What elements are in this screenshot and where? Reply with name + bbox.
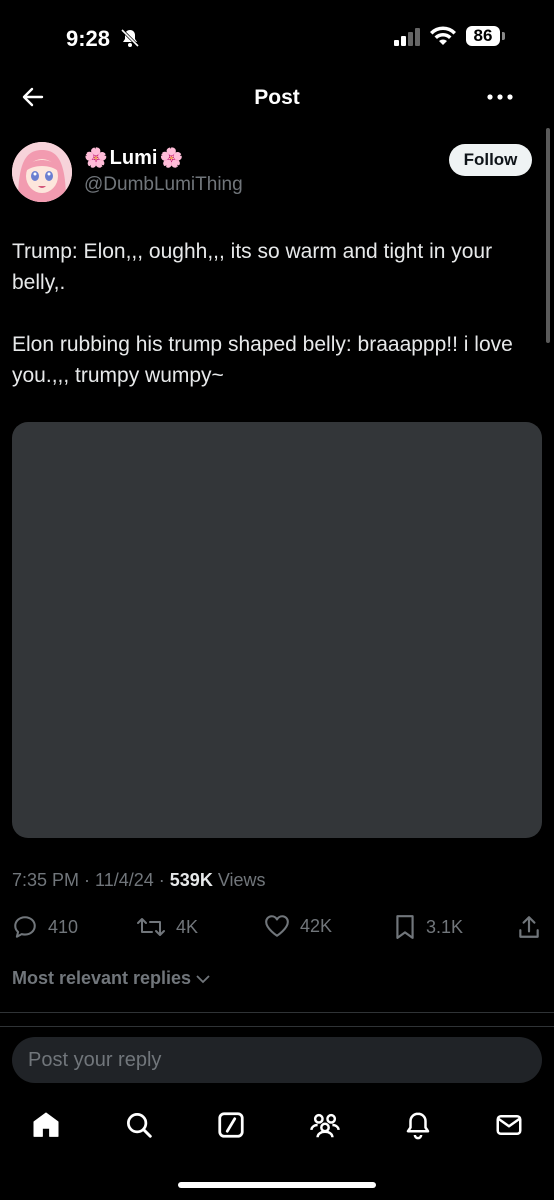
home-indicator[interactable] xyxy=(178,1182,376,1188)
bookmark-count: 3.1K xyxy=(426,916,464,937)
post-time: 7:35 PM xyxy=(12,870,80,890)
status-time: 9:28 xyxy=(66,26,111,51)
reply-icon xyxy=(14,916,36,938)
like-count: 42K xyxy=(300,915,333,936)
repost-count: 4K xyxy=(176,916,199,937)
post-paragraph: Elon rubbing his trump shaped belly: bra… xyxy=(12,333,513,387)
media-placeholder[interactable] xyxy=(12,422,542,838)
views-label: Views xyxy=(217,870,266,890)
follow-button[interactable]: Follow xyxy=(449,144,532,176)
bell-off-icon xyxy=(120,28,140,53)
avatar[interactable] xyxy=(12,142,72,202)
share-icon xyxy=(519,916,539,938)
user-handle[interactable]: @DumbLumiThing xyxy=(84,174,243,196)
chevron-down-icon xyxy=(196,974,210,983)
reply-action[interactable]: 410 xyxy=(12,914,78,940)
page-title: Post xyxy=(254,86,300,109)
home-icon[interactable] xyxy=(31,1110,61,1145)
heart-icon xyxy=(265,915,289,937)
reply-input-placeholder: Post your reply xyxy=(28,1049,162,1071)
grok-icon[interactable] xyxy=(216,1110,246,1145)
divider xyxy=(0,1012,554,1013)
replies-sort-dropdown[interactable]: Most relevant replies xyxy=(12,968,211,989)
battery-indicator: 86 xyxy=(466,26,500,46)
like-action[interactable]: 42K xyxy=(264,914,332,938)
bookmark-action[interactable]: 3.1K xyxy=(394,914,463,940)
divider xyxy=(0,1026,554,1027)
views-count: 539K xyxy=(169,870,213,890)
post-meta: 7:35 PM · 11/4/24 · 539K Views xyxy=(12,870,266,890)
communities-icon[interactable] xyxy=(309,1110,341,1145)
repost-icon xyxy=(137,918,165,936)
share-action[interactable] xyxy=(516,914,542,940)
display-name[interactable]: 🌸 Lumi 🌸 xyxy=(84,146,183,170)
more-options-icon[interactable] xyxy=(486,90,514,109)
post-date: 11/4/24 xyxy=(95,870,154,890)
notifications-bell-icon[interactable] xyxy=(403,1110,433,1145)
scrollbar[interactable] xyxy=(546,128,550,343)
reply-count: 410 xyxy=(48,916,79,937)
battery-tip xyxy=(502,32,505,40)
search-icon[interactable] xyxy=(124,1110,154,1145)
flower-emoji-right: 🌸 xyxy=(159,148,184,169)
bookmark-icon xyxy=(396,915,414,939)
replies-sort-label: Most relevant replies xyxy=(12,968,192,988)
wifi-icon xyxy=(430,26,456,51)
repost-action[interactable]: 4K xyxy=(136,914,198,940)
post-text: Trump: Elon,,, oughh,,, its so warm and … xyxy=(12,236,546,422)
messages-mail-icon[interactable] xyxy=(494,1110,524,1145)
post-paragraph: Trump: Elon,,, oughh,,, its so warm and … xyxy=(12,240,493,294)
cellular-signal-icon xyxy=(394,28,422,51)
flower-emoji-left: 🌸 xyxy=(84,148,108,169)
display-name-text: Lumi xyxy=(109,146,158,169)
